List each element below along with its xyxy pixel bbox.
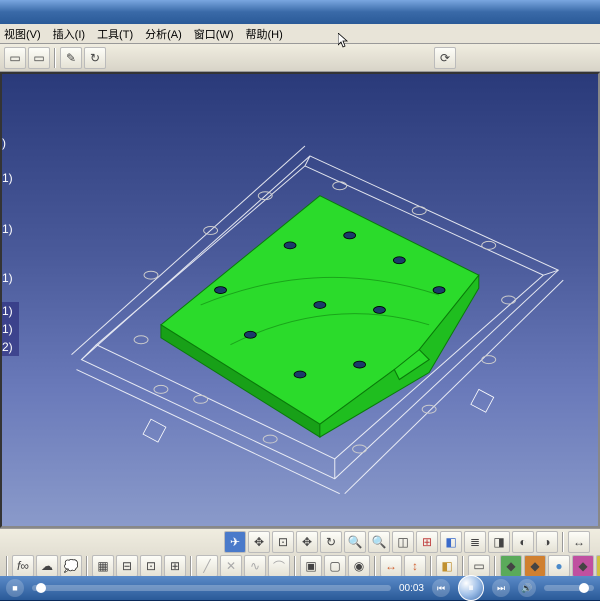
view-cube[interactable]: ◨ <box>488 531 510 553</box>
view-multi[interactable]: ⊞ <box>416 531 438 553</box>
chat-icon[interactable]: 💭 <box>60 555 82 577</box>
view-shade[interactable]: ◐ <box>512 531 534 553</box>
curve2-icon[interactable]: ⌒ <box>268 555 290 577</box>
player-mute[interactable]: 🔊 <box>518 579 536 597</box>
separator <box>562 532 564 552</box>
media-player-bar: ■ 00:03 ⏮ ⏸ ⏭ 🔊 <box>0 576 600 600</box>
separator <box>374 556 376 576</box>
body-green-icon[interactable]: ◆ <box>500 555 522 577</box>
grid-icon[interactable]: ▦ <box>92 555 114 577</box>
menu-help[interactable]: 帮助(H) <box>246 26 283 42</box>
cube3d-icon[interactable]: ◧ <box>436 555 458 577</box>
x-icon[interactable]: ✕ <box>220 555 242 577</box>
menu-tools[interactable]: 工具(T) <box>97 26 133 42</box>
spec-tree[interactable]: )1)1)1)1)1)2) <box>2 134 19 356</box>
player-seek[interactable] <box>32 585 391 591</box>
player-stop[interactable]: ■ <box>6 579 24 597</box>
tree-icon[interactable]: ⊟ <box>116 555 138 577</box>
view-iso[interactable]: ◧ <box>440 531 462 553</box>
sphere-icon[interactable]: ● <box>548 555 570 577</box>
tree-node[interactable]: 1) <box>2 254 19 302</box>
player-next[interactable]: ⏭ <box>492 579 510 597</box>
title-bar <box>0 0 600 24</box>
tool-rect2[interactable]: ▭ <box>28 47 50 69</box>
separator <box>6 556 8 576</box>
tool-sketch[interactable]: ✎ <box>60 47 82 69</box>
line-icon[interactable]: ╱ <box>196 555 218 577</box>
shaft-icon[interactable]: ◉ <box>348 555 370 577</box>
zoom-out-icon[interactable]: 🔍 <box>368 531 390 553</box>
pocket-icon[interactable]: ▢ <box>324 555 346 577</box>
tool-swirl[interactable]: ↻ <box>84 47 106 69</box>
menu-bar[interactable]: 视图(V) 插入(I) 工具(T) 分析(A) 窗口(W) 帮助(H) <box>0 24 600 44</box>
view-move[interactable]: ✥ <box>248 531 270 553</box>
body-orange-icon[interactable]: ◆ <box>524 555 546 577</box>
menu-view[interactable]: 视图(V) <box>4 26 41 42</box>
menu-analyze[interactable]: 分析(A) <box>145 26 182 42</box>
view-normal[interactable]: ◫ <box>392 531 414 553</box>
tree2-icon[interactable]: ⊡ <box>140 555 162 577</box>
separator <box>494 556 496 576</box>
player-time: 00:03 <box>399 583 424 594</box>
player-volume[interactable] <box>544 585 594 591</box>
separator <box>54 48 56 68</box>
player-pause[interactable]: ⏸ <box>458 575 484 601</box>
separator <box>86 556 88 576</box>
fx-icon[interactable]: f∞ <box>12 555 34 577</box>
top-toolbar: ▭ ▭ ✎ ↻ ⟳ <box>0 44 600 72</box>
separator <box>190 556 192 576</box>
separator <box>462 556 464 576</box>
body-yel-icon[interactable]: ◆ <box>596 555 600 577</box>
dim2-icon[interactable]: ↕ <box>404 555 426 577</box>
curve-icon[interactable]: ∿ <box>244 555 266 577</box>
cloud-icon[interactable]: ☁ <box>36 555 58 577</box>
view-pan[interactable]: ✥ <box>296 531 318 553</box>
menu-insert[interactable]: 插入(I) <box>53 26 85 42</box>
tree-node[interactable]: 1) <box>2 204 19 254</box>
scene-graphics <box>2 74 598 526</box>
sheet-icon[interactable]: ▭ <box>468 555 490 577</box>
zoom-in-icon[interactable]: 🔍 <box>344 531 366 553</box>
tool-rect[interactable]: ▭ <box>4 47 26 69</box>
viewport-3d[interactable]: )1)1)1)1)1)2) <box>0 72 600 528</box>
separator <box>430 556 432 576</box>
view-wire[interactable]: ◑ <box>536 531 558 553</box>
bottom-toolbar: ✈ ✥ ⊡ ✥ ↻ 🔍 🔍 ◫ ⊞ ◧ ≣ ◨ ◐ ◑ ↔ f∞ ☁ 💭 ▦ ⊟… <box>0 528 600 576</box>
tree-node[interactable]: 1) <box>2 302 19 320</box>
menu-window[interactable]: 窗口(W) <box>194 26 234 42</box>
pad-icon[interactable]: ▣ <box>300 555 322 577</box>
view-layers[interactable]: ≣ <box>464 531 486 553</box>
tree-node[interactable]: 2) <box>2 338 19 356</box>
player-prev[interactable]: ⏮ <box>432 579 450 597</box>
dim-icon[interactable]: ↔ <box>380 555 402 577</box>
view-fly[interactable]: ✈ <box>224 531 246 553</box>
separator <box>294 556 296 576</box>
tool-refresh[interactable]: ⟳ <box>434 47 456 69</box>
measure-icon[interactable]: ↔ <box>568 531 590 553</box>
view-fit[interactable]: ⊡ <box>272 531 294 553</box>
tree-node[interactable]: ) <box>2 134 19 152</box>
tree-node[interactable]: 1) <box>2 320 19 338</box>
hier-icon[interactable]: ⊞ <box>164 555 186 577</box>
body-mag-icon[interactable]: ◆ <box>572 555 594 577</box>
view-rotate[interactable]: ↻ <box>320 531 342 553</box>
tree-node[interactable]: 1) <box>2 152 19 204</box>
